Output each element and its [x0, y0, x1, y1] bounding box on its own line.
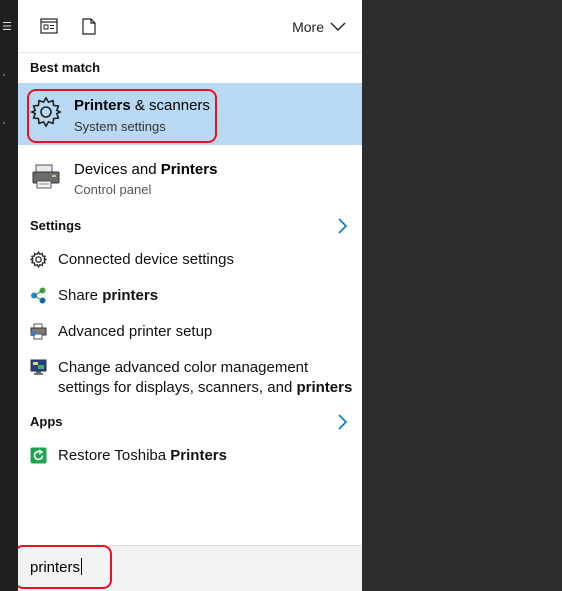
document-view-icon[interactable] — [40, 18, 58, 34]
chevron-right-icon[interactable] — [336, 414, 348, 430]
label-line2-plain: settings for displays, scanners, and — [58, 379, 297, 396]
desktop-background — [362, 0, 562, 591]
result-subtitle: Control panel — [74, 182, 152, 197]
item-label: Restore Toshiba Printers — [58, 446, 227, 466]
settings-item-connected-device[interactable]: Connected device settings — [18, 250, 362, 270]
settings-item-share-printers[interactable]: Share printers — [18, 286, 362, 306]
label-line1: Change advanced color management — [58, 359, 309, 376]
item-label: Change advanced color management settings… — [58, 358, 352, 398]
apps-item-restore-toshiba-printers[interactable]: Restore Toshiba Printers — [18, 446, 362, 466]
item-label: Advanced printer setup — [58, 322, 212, 342]
settings-header: Settings — [30, 218, 82, 233]
taskbar-strip: ☰ · · — [0, 0, 18, 591]
title-plain: Devices and — [74, 161, 161, 178]
label-plain: Share — [58, 287, 103, 304]
label-plain: Restore Toshiba — [58, 447, 171, 464]
restore-icon — [30, 447, 47, 464]
monitor-color-icon — [30, 359, 47, 375]
taskbar-glyph-icon: · — [2, 117, 6, 129]
document-icon[interactable] — [82, 18, 96, 35]
result-title: Devices and Printers — [74, 161, 217, 178]
hamburger-icon[interactable]: ☰ — [2, 22, 12, 33]
settings-item-advanced-printer-setup[interactable]: Advanced printer setup — [18, 322, 362, 342]
title-bold: Printers — [160, 161, 218, 178]
more-button[interactable]: More — [292, 19, 346, 35]
label-bold: printers — [102, 287, 159, 304]
annotation-search-box — [18, 545, 112, 589]
item-label: Connected device settings — [58, 250, 234, 270]
apps-header: Apps — [30, 414, 63, 429]
taskbar-glyph-icon: · — [2, 69, 6, 81]
label-plain: Advanced printer setup — [58, 323, 213, 340]
settings-item-color-management[interactable]: Change advanced color management settings… — [18, 358, 362, 398]
label-bold: Printers — [170, 447, 227, 464]
chevron-right-icon[interactable] — [336, 218, 348, 234]
label-bold: printers — [296, 379, 353, 396]
annotation-highlight-box — [27, 89, 217, 143]
search-topbar: More — [18, 0, 362, 53]
label-plain: Connected device settings — [58, 251, 234, 268]
result-devices-and-printers[interactable]: Devices and Printers Control panel — [18, 149, 362, 203]
chevron-down-icon — [330, 22, 346, 31]
printer-setup-icon — [30, 323, 47, 340]
share-icon — [31, 287, 46, 304]
gear-small-icon — [30, 251, 47, 268]
best-match-header: Best match — [30, 60, 101, 75]
search-panel: More Best match Printers & scanners Syst… — [18, 0, 362, 591]
item-label: Share printers — [58, 286, 158, 306]
more-label: More — [292, 19, 324, 35]
printer-devices-icon — [32, 164, 60, 189]
